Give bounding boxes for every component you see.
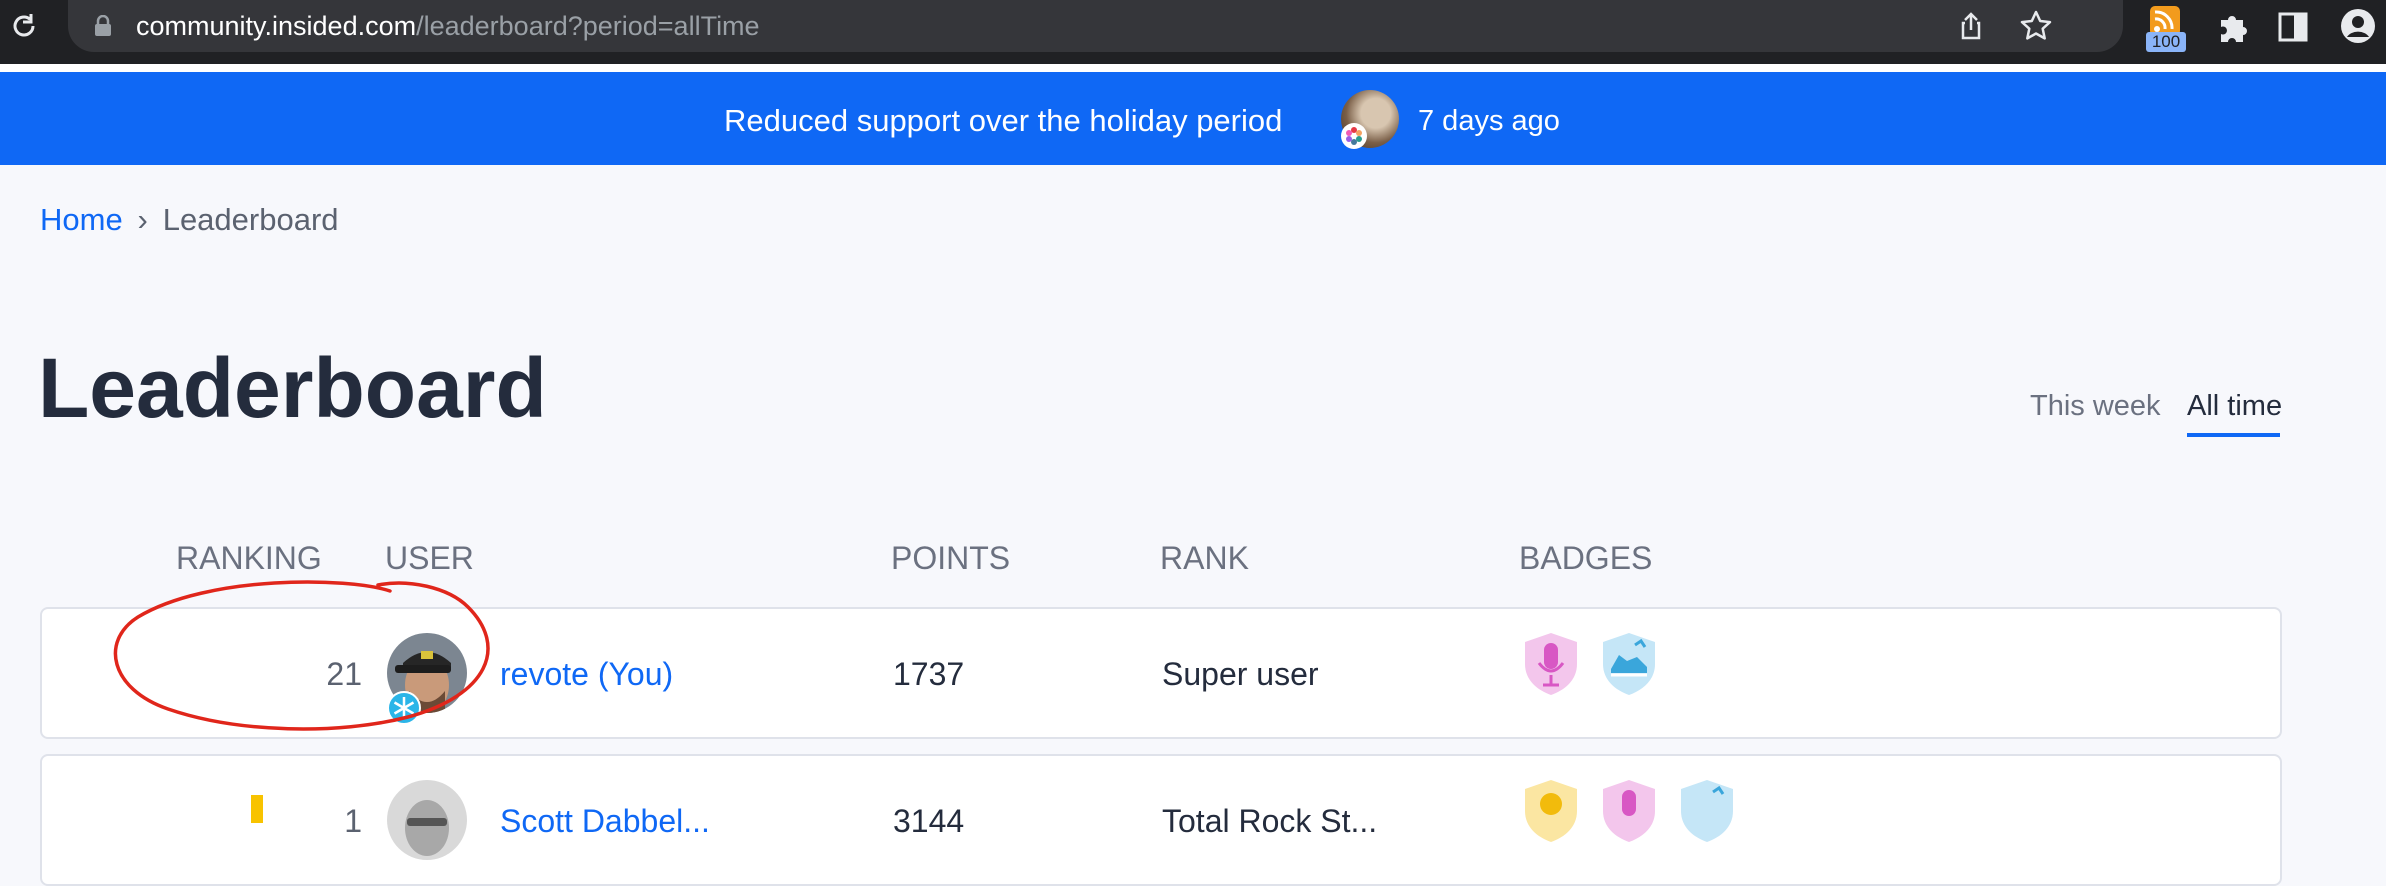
breadcrumb-current: Leaderboard [162,202,339,237]
snowflake-role-icon [387,691,421,725]
column-header-ranking: RANKING [176,540,322,576]
browser-toolbar: community.insided.com/leaderboard?period… [0,0,2386,64]
active-tab-indicator [2187,433,2280,437]
announcement-text[interactable]: Reduced support over the holiday period [724,103,1282,139]
column-header-badges: BADGES [1519,540,1653,576]
points-cell: 1737 [893,656,965,692]
column-header-rank: RANK [1160,540,1249,576]
announcement-banner[interactable]: Reduced support over the holiday period … [0,72,2386,165]
share-icon[interactable] [1955,10,1987,42]
extension-count-badge: 100 [2146,32,2186,52]
url-path: /leaderboard?period=allTime [416,11,760,41]
breadcrumb-separator: › [137,202,148,237]
username-link[interactable]: Scott Dabbel... [500,803,710,840]
profile-icon[interactable] [2340,8,2376,44]
tab-all-time[interactable]: All time [2187,390,2282,423]
page-title: Leaderboard [38,341,547,435]
column-header-points: POINTS [891,540,1011,576]
reload-icon[interactable] [8,10,40,42]
lock-icon [95,15,111,36]
author-role-badge-icon [1341,123,1367,149]
tab-this-week[interactable]: This week [2030,390,2161,423]
puzzle-icon[interactable] [2215,10,2249,44]
lightbulb-badge-icon[interactable] [1521,778,1581,844]
table-row: 21 revote (You) 1737 Super user [40,607,2282,739]
ranking-cell: 1 [344,803,362,839]
rss-extension-button[interactable]: 100 [2146,6,2186,54]
microphone-badge-icon[interactable] [1599,778,1659,844]
breadcrumb-home-link[interactable]: Home [40,202,123,237]
rank-cell: Total Rock St... [1162,803,1378,839]
announcement-time: 7 days ago [1418,105,1560,137]
breadcrumb: Home › Leaderboard [40,202,339,238]
microphone-badge-icon[interactable] [1521,631,1581,697]
url-host: community.insided.com [136,11,417,41]
points-cell: 3144 [893,803,965,839]
toolbar-divider [0,64,2386,72]
sneaker-badge-icon[interactable] [1599,631,1659,697]
table-row: 1 Scott Dabbel... 3144 Total Rock St... [40,754,2282,886]
sneaker-badge-icon[interactable] [1677,778,1737,844]
address-bar[interactable]: community.insided.com/leaderboard?period… [68,0,2123,52]
username-link[interactable]: revote (You) [500,656,673,693]
ranking-cell: 21 [326,656,362,692]
star-icon[interactable] [2018,8,2054,44]
rank-cell: Super user [1162,656,1319,692]
column-header-user: USER [385,540,474,576]
url-text: community.insided.com/leaderboard?period… [136,11,760,42]
sidepanel-icon[interactable] [2278,12,2308,42]
user-avatar[interactable] [387,780,467,860]
top-rank-marker [251,795,263,823]
